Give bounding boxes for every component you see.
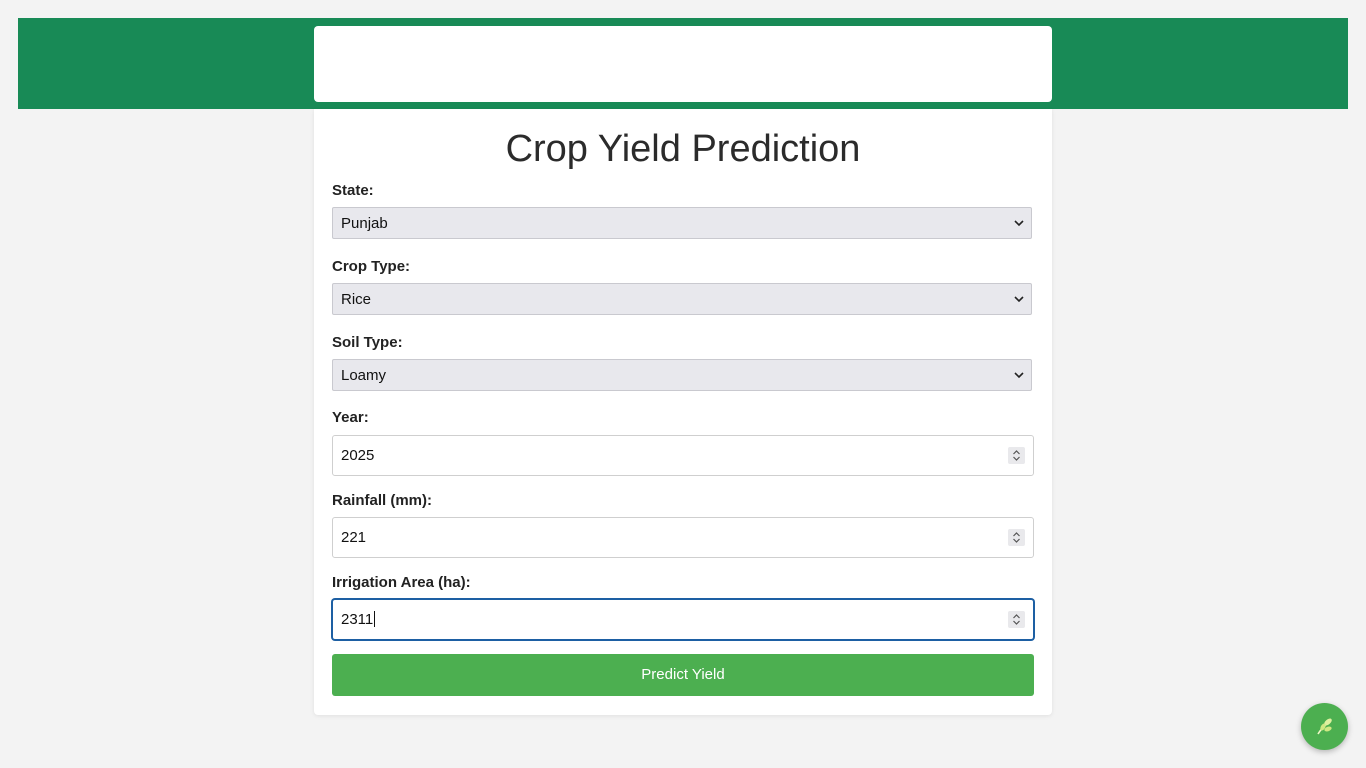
rainfall-label: Rainfall (mm):: [332, 492, 433, 509]
chevron-down-icon: [1014, 220, 1024, 227]
leaf-fab-button[interactable]: [1301, 703, 1348, 750]
year-input[interactable]: 2025: [332, 435, 1034, 476]
spinner-icon[interactable]: [1008, 611, 1025, 628]
chevron-down-icon: [1014, 372, 1024, 379]
crop-type-select[interactable]: Rice: [332, 283, 1032, 315]
state-label: State:: [332, 182, 374, 199]
text-caret: [374, 611, 376, 627]
crop-type-select-value: Rice: [341, 291, 372, 308]
chevron-down-icon: [1014, 296, 1024, 303]
soil-type-select[interactable]: Loamy: [332, 359, 1032, 391]
state-select-value: Punjab: [341, 215, 388, 232]
year-label: Year:: [332, 409, 369, 426]
prediction-form: Crop Yield Prediction State: Punjab Crop…: [314, 109, 1052, 715]
header-card: [314, 26, 1052, 102]
soil-type-select-value: Loamy: [341, 367, 387, 384]
rainfall-input-value: 221: [341, 529, 367, 546]
soil-type-label: Soil Type:: [332, 334, 403, 351]
crop-type-label: Crop Type:: [332, 258, 411, 275]
leaf-icon: [1317, 718, 1332, 735]
rainfall-input[interactable]: 221: [332, 517, 1034, 558]
predict-yield-button[interactable]: Predict Yield: [332, 654, 1034, 696]
page-title: Crop Yield Prediction: [505, 128, 861, 170]
irrigation-area-input[interactable]: 2311: [332, 599, 1034, 640]
irrigation-area-label: Irrigation Area (ha):: [332, 574, 471, 591]
spinner-icon[interactable]: [1008, 447, 1025, 464]
irrigation-area-input-value: 2311: [341, 611, 376, 628]
spinner-icon[interactable]: [1008, 529, 1025, 546]
state-select[interactable]: Punjab: [332, 207, 1032, 239]
year-input-value: 2025: [341, 447, 375, 464]
